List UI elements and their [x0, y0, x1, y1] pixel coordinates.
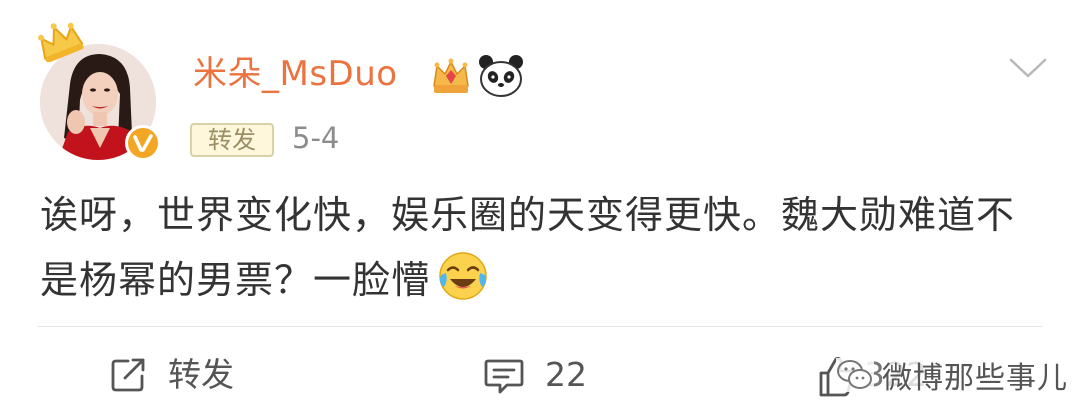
- member-crown-icon[interactable]: [430, 56, 472, 98]
- comment-count: 22: [545, 355, 587, 394]
- crown-icon: [38, 22, 84, 62]
- comment-button[interactable]: 22: [483, 350, 587, 400]
- verified-v-icon: [125, 125, 161, 161]
- panda-icon: [479, 55, 523, 97]
- weibo-post-card: 米朵_MsDuo 转发 5-4 诶呀，世界变化快，娱乐圈的天变得更快。魏大勋难道…: [0, 0, 1080, 418]
- like-button[interactable]: 322: [818, 350, 927, 400]
- chevron-down-icon[interactable]: [1008, 56, 1048, 80]
- divider: [38, 326, 1042, 327]
- post-text: 诶呀，世界变化快，娱乐圈的天变得更快。魏大勋难道不是杨幂的男票？一脸懵: [40, 183, 1040, 313]
- avatar-container[interactable]: [34, 18, 161, 163]
- comment-icon: [484, 359, 524, 394]
- post-text-content: 诶呀，世界变化快，娱乐圈的天变得更快。魏大勋难道不是杨幂的男票？一脸懵: [40, 193, 1016, 302]
- like-count: 322: [864, 355, 927, 394]
- repost-label: 转发: [168, 355, 234, 394]
- post-date[interactable]: 5-4: [292, 118, 339, 158]
- repost-button[interactable]: 转发: [108, 350, 234, 400]
- username[interactable]: 米朵_MsDuo: [193, 52, 398, 96]
- thumbs-up-icon: [819, 357, 854, 397]
- share-icon: [111, 358, 145, 392]
- repost-tag: 转发: [190, 123, 274, 157]
- laugh-cry-emoji: [439, 252, 487, 300]
